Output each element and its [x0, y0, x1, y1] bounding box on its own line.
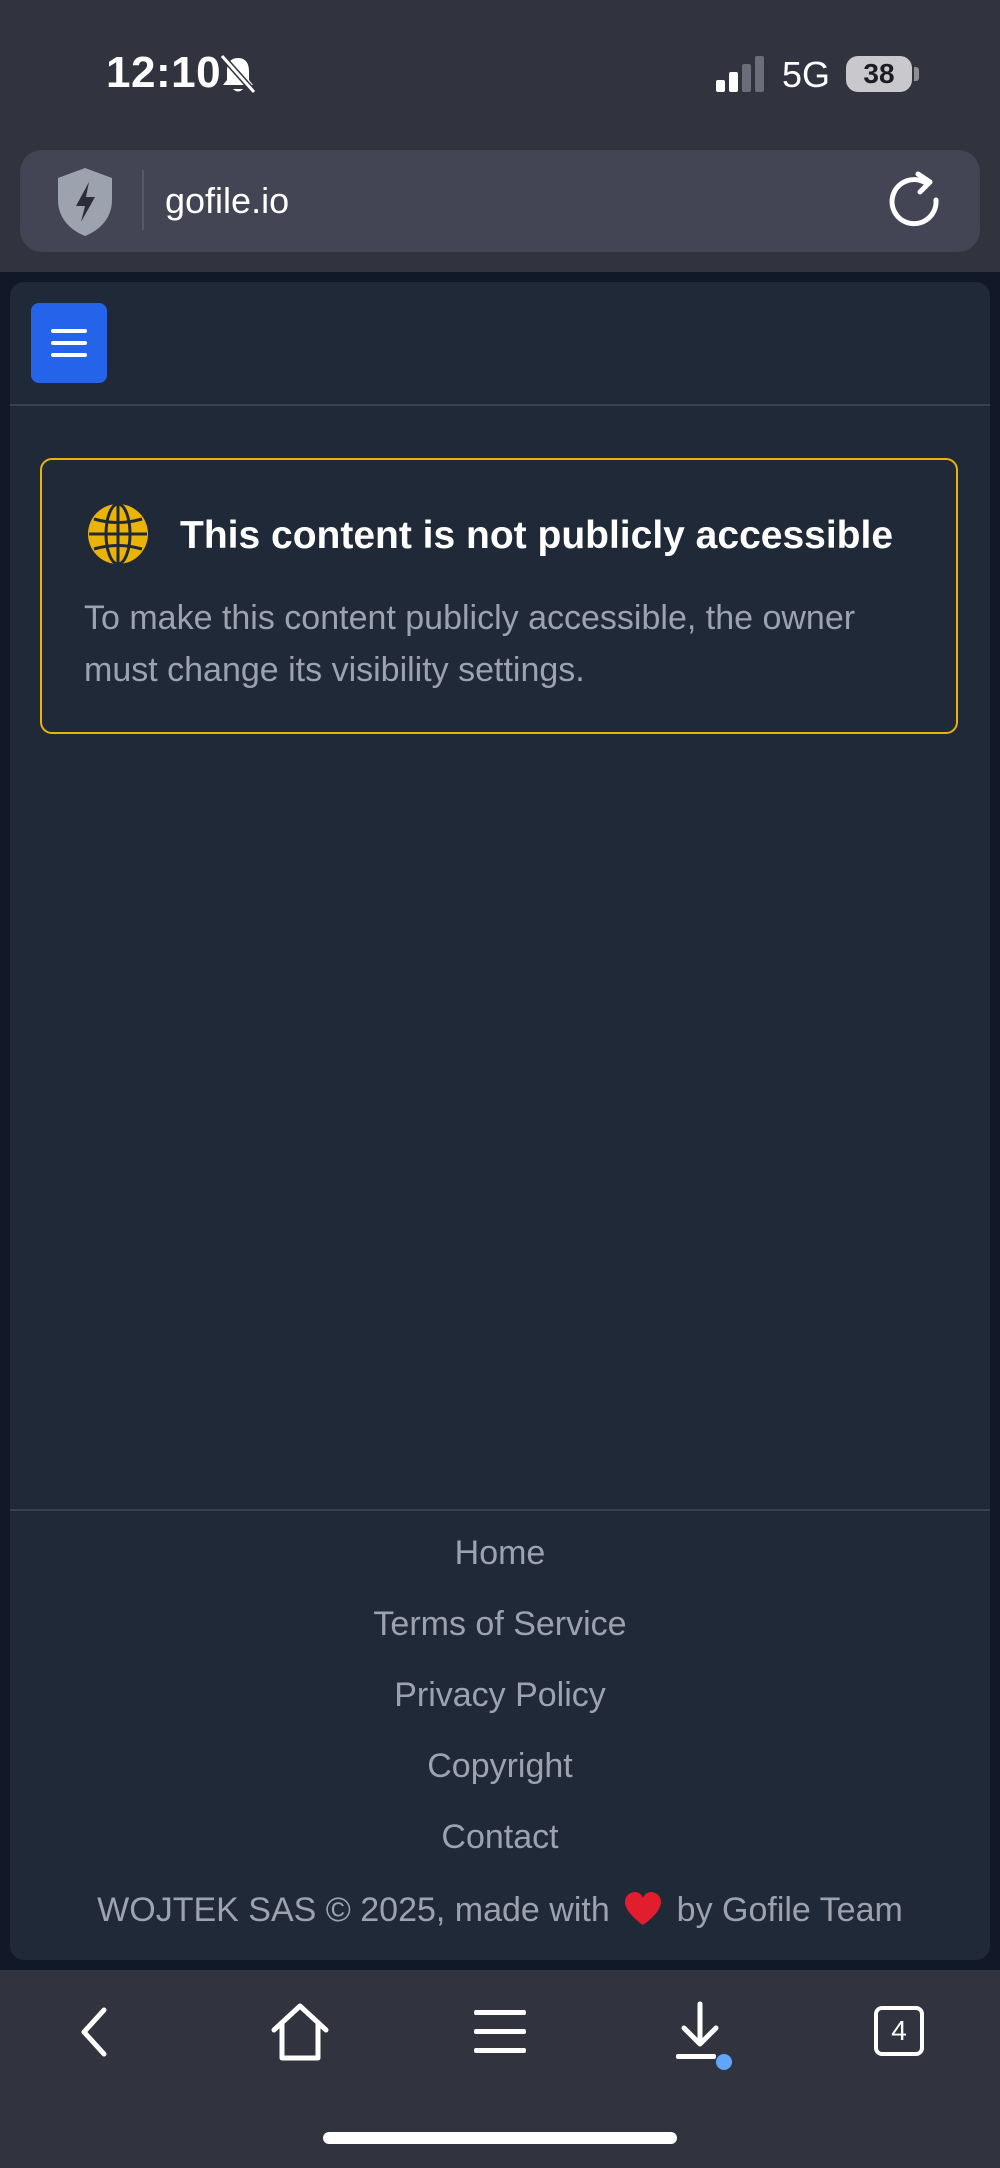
footer-link-terms[interactable]: Terms of Service — [373, 1603, 626, 1674]
footer-link-contact[interactable]: Contact — [441, 1816, 558, 1887]
address-divider — [142, 170, 144, 230]
footer-divider — [10, 1509, 990, 1511]
browser-address-area: gofile.io — [0, 150, 1000, 272]
alert-body: To make this content publicly accessible… — [84, 599, 856, 689]
tabs-button[interactable]: 4 — [864, 1996, 936, 2068]
footer-links: Home Terms of Service Privacy Policy Cop… — [10, 1532, 990, 1887]
back-icon[interactable] — [60, 1996, 132, 2068]
network-type: 5G — [782, 54, 831, 95]
tab-count: 4 — [891, 2015, 907, 2046]
shield-icon[interactable] — [50, 164, 120, 240]
credit-prefix: WOJTEK SAS © 2025, made with — [97, 1891, 610, 1929]
footer-link-home[interactable]: Home — [455, 1532, 546, 1603]
footer-link-copyright[interactable]: Copyright — [427, 1745, 573, 1816]
footer-credit: WOJTEK SAS © 2025, made with by Gofile T… — [10, 1891, 990, 1930]
heart-icon — [625, 1892, 662, 1925]
credit-suffix: by Gofile Team — [676, 1891, 903, 1929]
status-time: 12:10 — [106, 48, 222, 97]
screen: 12:10 5G 38 gofile.io This content is no… — [0, 0, 1000, 2168]
home-icon[interactable] — [264, 1996, 336, 2068]
menu-icon[interactable] — [464, 1996, 536, 2068]
page-content: This content is not publicly accessible … — [10, 282, 990, 1960]
home-indicator[interactable] — [323, 2132, 677, 2144]
footer-link-privacy[interactable]: Privacy Policy — [394, 1674, 606, 1745]
header-divider — [10, 404, 990, 406]
menu-toggle-button[interactable] — [31, 303, 107, 383]
bell-slash-icon — [219, 54, 257, 94]
globe-icon — [88, 502, 148, 566]
status-bar: 12:10 5G 38 — [0, 0, 1000, 150]
battery-nub — [914, 67, 919, 81]
download-icon[interactable] — [664, 1996, 744, 2076]
visibility-alert: This content is not publicly accessible … — [40, 458, 958, 734]
url-text[interactable]: gofile.io — [165, 180, 289, 222]
tabs-icon: 4 — [874, 2006, 924, 2056]
battery-icon: 38 — [846, 56, 912, 92]
hamburger-icon — [51, 329, 87, 357]
reload-icon[interactable] — [884, 170, 948, 234]
cellular-signal-icon — [716, 56, 764, 92]
alert-title: This content is not publicly accessible — [180, 514, 894, 557]
address-bar[interactable]: gofile.io — [20, 150, 980, 252]
battery-level: 38 — [863, 58, 895, 89]
